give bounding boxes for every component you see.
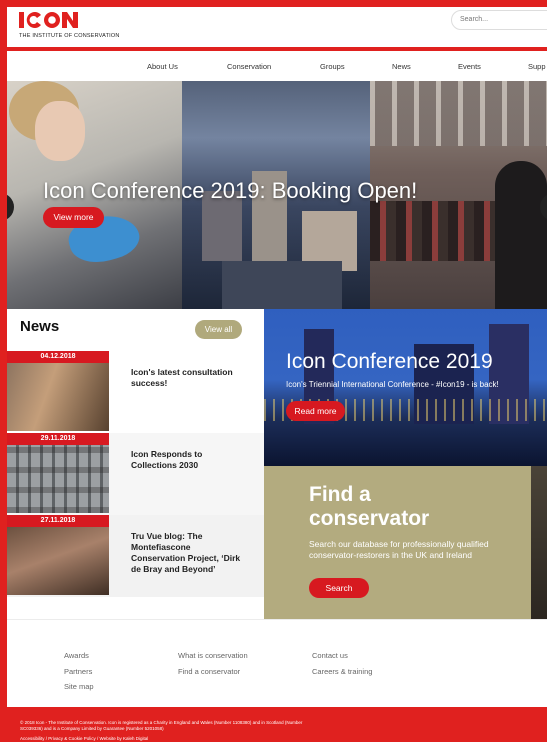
carousel-dots bbox=[261, 299, 289, 309]
news-title[interactable]: Tru Vue blog: The Montefiascone Conserva… bbox=[131, 531, 241, 575]
page: THE INSTITUTE OF CONSERVATION Search... … bbox=[7, 7, 547, 742]
nav-news[interactable]: News bbox=[392, 62, 411, 71]
legal-text: © 2018 Icon - The Institute of Conservat… bbox=[20, 720, 303, 731]
conference-title: Icon Conference 2019 bbox=[286, 350, 493, 373]
nav-support[interactable]: Supp bbox=[528, 62, 546, 71]
legal-links[interactable]: Accessibility / Privacy & Cookie Policy … bbox=[20, 736, 148, 741]
nav-about-us[interactable]: About Us bbox=[147, 62, 178, 71]
footer-link-partners[interactable]: Partners bbox=[64, 667, 92, 676]
news-title[interactable]: Icon Responds to Collections 2030 bbox=[131, 449, 241, 471]
legal-footer: © 2018 Icon - The Institute of Conservat… bbox=[7, 707, 547, 742]
logo-wordmark bbox=[19, 11, 120, 32]
nav-events[interactable]: Events bbox=[458, 62, 481, 71]
view-all-button[interactable]: View all bbox=[195, 320, 242, 339]
icon-logo[interactable]: THE INSTITUTE OF CONSERVATION bbox=[19, 11, 120, 39]
find-search-button[interactable]: Search bbox=[309, 578, 369, 598]
hero-view-more-button[interactable]: View more bbox=[43, 207, 104, 228]
news-thumbnail[interactable] bbox=[7, 445, 109, 513]
news-thumbnail[interactable] bbox=[7, 363, 109, 431]
hero-carousel: Icon Conference 2019: Booking Open! View… bbox=[7, 81, 547, 309]
news-thumbnail[interactable] bbox=[7, 527, 109, 595]
news-item[interactable]: 04.12.2018 Icon's latest consultation su… bbox=[7, 351, 264, 433]
footer-link-find-conservator[interactable]: Find a conservator bbox=[178, 667, 240, 676]
conference-panel: Icon Conference 2019 Icon's Triennial In… bbox=[264, 309, 547, 466]
footer-link-what-is-conservation[interactable]: What is conservation bbox=[178, 651, 248, 660]
main-nav: About Us Conservation Groups News Events… bbox=[7, 51, 547, 82]
news-date: 29.11.2018 bbox=[7, 433, 109, 445]
logo-subtitle: THE INSTITUTE OF CONSERVATION bbox=[19, 33, 120, 39]
news-section: News View all 04.12.2018 Icon's latest c… bbox=[7, 309, 264, 619]
side-photo bbox=[531, 466, 547, 619]
news-item[interactable]: 27.11.2018 Tru Vue blog: The Montefiasco… bbox=[7, 515, 264, 597]
read-more-button[interactable]: Read more bbox=[286, 401, 345, 421]
find-conservator-description: Search our database for professionally q… bbox=[309, 539, 489, 560]
footer-link-contact[interactable]: Contact us bbox=[312, 651, 348, 660]
find-conservator-panel: Find a conservator Search our database f… bbox=[264, 466, 531, 619]
footer-link-awards[interactable]: Awards bbox=[64, 651, 89, 660]
logo-icon bbox=[19, 12, 78, 28]
footer-links: Awards Partners Site map What is conserv… bbox=[7, 619, 547, 708]
conference-subtitle: Icon's Triennial International Conferenc… bbox=[286, 380, 499, 389]
site-header: THE INSTITUTE OF CONSERVATION Search... bbox=[7, 7, 547, 47]
news-date: 04.12.2018 bbox=[7, 351, 109, 363]
footer-link-careers[interactable]: Careers & training bbox=[312, 667, 372, 676]
news-heading: News bbox=[20, 318, 60, 335]
news-title[interactable]: Icon's latest consultation success! bbox=[131, 367, 241, 389]
nav-groups[interactable]: Groups bbox=[320, 62, 345, 71]
hero-title: Icon Conference 2019: Booking Open! bbox=[43, 178, 418, 203]
news-item[interactable]: 29.11.2018 Icon Responds to Collections … bbox=[7, 433, 264, 515]
news-date: 27.11.2018 bbox=[7, 515, 109, 527]
search-input[interactable]: Search... bbox=[451, 10, 547, 30]
footer-link-site-map[interactable]: Site map bbox=[64, 682, 94, 691]
nav-conservation[interactable]: Conservation bbox=[227, 62, 271, 71]
find-conservator-title: Find a conservator bbox=[309, 483, 430, 530]
